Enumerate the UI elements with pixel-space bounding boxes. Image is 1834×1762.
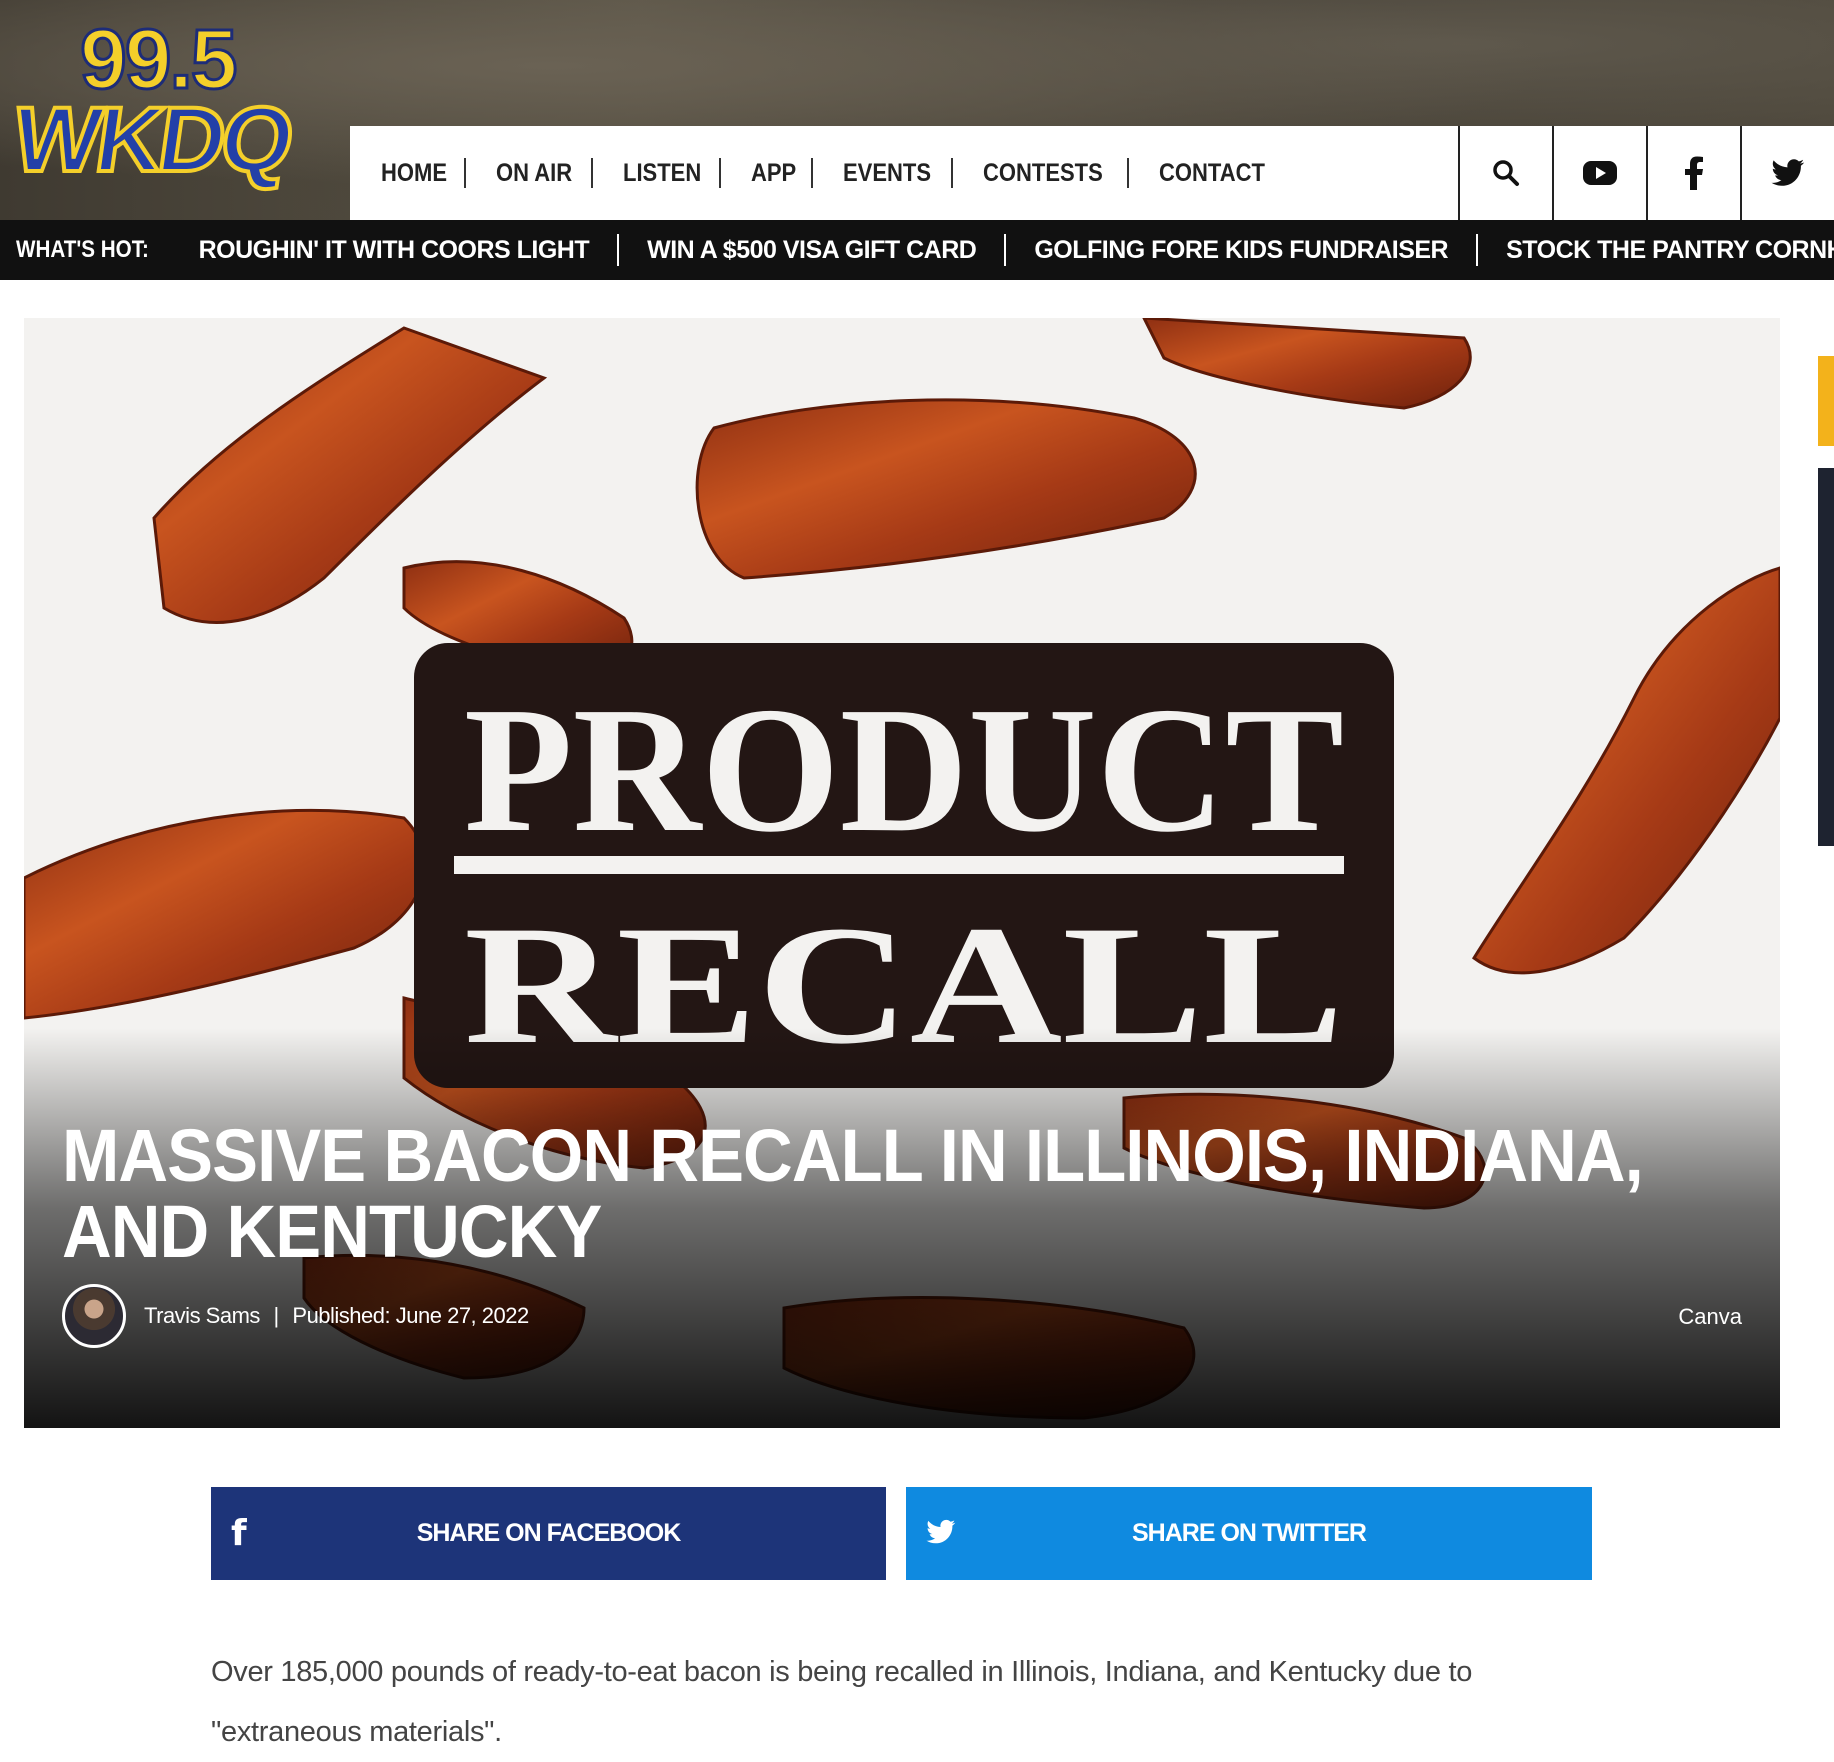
whats-hot-divider [1004,234,1007,266]
nav-divider [464,158,466,188]
whats-hot-label: WHAT'S HOT: [16,236,149,263]
article-title: MASSIVE BACON RECALL IN ILLINOIS, INDIAN… [62,1114,1644,1273]
facebook-icon[interactable] [1646,126,1740,220]
article-paragraph: Over 185,000 pounds of ready-to-eat baco… [211,1656,1473,1748]
nav-divider [950,158,953,188]
author-name[interactable]: Travis Sams [144,1303,260,1328]
nav-divider [590,158,593,188]
share-facebook-button[interactable]: f SHARE ON FACEBOOK [211,1487,886,1580]
share-facebook-label: SHARE ON FACEBOOK [416,1519,682,1547]
published-label: Published: [292,1303,391,1328]
nav-item-events[interactable]: EVENTS [843,159,931,188]
byline: Travis Sams | Published: June 27, 2022 [62,1284,529,1348]
share-twitter-button[interactable]: SHARE ON TWITTER [906,1487,1592,1580]
facebook-icon: f [231,1513,247,1554]
nav-item-app[interactable]: APP [751,159,796,188]
whats-hot-bar: WHAT'S HOT: ROUGHIN' IT WITH COORS LIGHT… [0,220,1834,280]
image-credit: Canva [1678,1304,1742,1329]
twitter-icon [926,1513,956,1554]
youtube-icon[interactable] [1552,126,1646,220]
nav-divider [719,158,722,188]
nav-divider [810,158,813,188]
nav-item-listen[interactable]: LISTEN [623,159,701,188]
main-nav: HOME ON AIR LISTEN APP EVENTS CONTESTS C… [350,126,1834,220]
published-date: June 27, 2022 [395,1303,529,1328]
nav-divider [1127,158,1130,188]
nav-item-home[interactable]: HOME [381,159,447,188]
search-icon[interactable] [1458,126,1552,220]
sidebar-edge-carousel[interactable] [1818,468,1834,846]
station-logo[interactable]: 99.5 WKDQ [5,13,334,194]
whats-hot-link[interactable]: GOLFING FORE KIDS FUNDRAISER [1034,236,1448,265]
nav-item-contact[interactable]: CONTACT [1159,159,1265,188]
share-twitter-label: SHARE ON TWITTER [1132,1519,1367,1547]
nav-item-contests[interactable]: CONTESTS [983,159,1103,188]
sign-line-product: PRODUCT [464,670,1344,869]
whats-hot-link[interactable]: STOCK THE PANTRY CORNHOLE TOURNEY [1506,236,1834,265]
author-avatar[interactable] [62,1284,126,1348]
site-header: 99.5 WKDQ HOME ON AIR LISTEN APP EVENTS … [0,0,1834,220]
byline-text: Travis Sams | Published: June 27, 2022 [144,1303,529,1329]
whats-hot-divider [617,234,620,266]
hero-image: PRODUCT RECALL MASSIVE BACON RECALL IN I… [24,318,1780,1428]
nav-item-on-air[interactable]: ON AIR [496,159,572,188]
whats-hot-link[interactable]: ROUGHIN' IT WITH COORS LIGHT [199,236,590,265]
logo-callsign: WKDQ [5,87,299,193]
byline-divider: | [273,1303,280,1328]
sidebar-edge-widget[interactable] [1818,356,1834,446]
whats-hot-divider [1476,234,1479,266]
twitter-icon[interactable] [1740,126,1834,220]
whats-hot-link[interactable]: WIN A $500 VISA GIFT CARD [647,236,977,265]
